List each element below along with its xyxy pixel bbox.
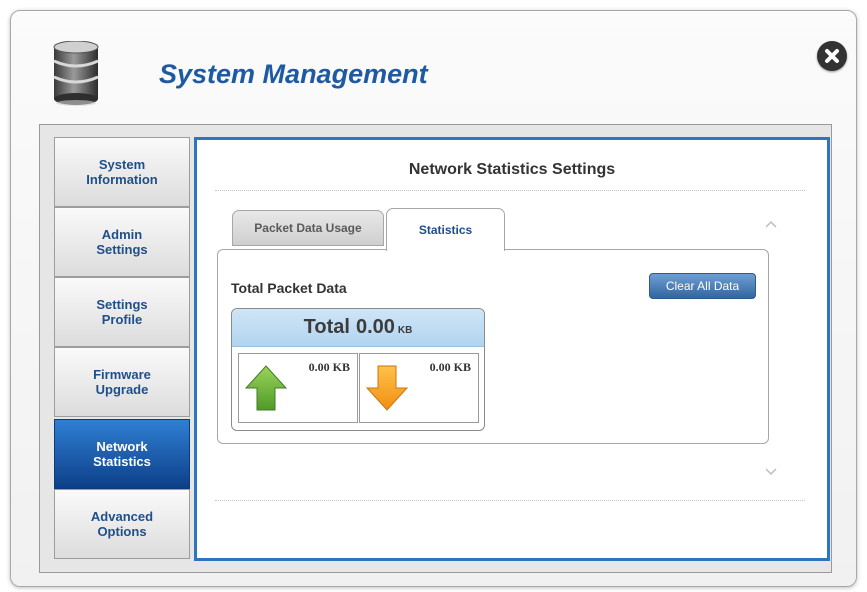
total-unit: KB — [397, 325, 413, 336]
sidebar-item-label: Advanced Options — [90, 509, 154, 539]
close-button[interactable] — [817, 41, 847, 71]
tab-packet-data-usage[interactable]: Packet Data Usage — [232, 210, 384, 246]
sidebar-item-label: Firmware Upgrade — [93, 367, 151, 397]
download-cell: 0.00 KB — [359, 353, 479, 423]
total-value: 0.00 — [355, 316, 395, 338]
close-icon — [825, 49, 839, 63]
sidebar-item-network-statistics[interactable]: Network Statistics — [54, 419, 190, 489]
sidebar-item-system-information[interactable]: System Information — [54, 137, 190, 207]
sidebar-item-label: Admin Settings — [96, 227, 148, 257]
tab-statistics[interactable]: Statistics — [386, 208, 505, 251]
divider — [215, 500, 805, 501]
download-arrow-icon — [365, 365, 409, 411]
scroll-up-icon[interactable] — [764, 216, 778, 228]
upload-arrow-icon — [244, 365, 288, 411]
total-header: Total 0.00 KB — [232, 309, 484, 347]
tab-label: Packet Data Usage — [254, 221, 362, 235]
tab-label: Statistics — [418, 223, 473, 237]
sidebar-item-label: Settings Profile — [96, 297, 148, 327]
sidebar-item-admin-settings[interactable]: Admin Settings — [54, 207, 190, 277]
sidebar-item-firmware-upgrade[interactable]: Firmware Upgrade — [54, 347, 190, 417]
scroll-down-icon[interactable] — [764, 464, 778, 476]
sidebar-item-settings-profile[interactable]: Settings Profile — [54, 277, 190, 347]
content-title: Network Statistics Settings — [408, 161, 616, 178]
section-label: Total Packet Data — [231, 280, 347, 296]
total-packet-data-box: Total 0.00 KB 0.00 KB 0.00 KB — [231, 308, 485, 431]
sidebar-item-label: Network Statistics — [93, 439, 151, 469]
total-label: Total — [303, 316, 350, 338]
dialog-title: System Management — [159, 59, 428, 89]
upload-value: 0.00 KB — [308, 360, 350, 374]
divider — [215, 190, 805, 191]
sidebar-item-advanced-options[interactable]: Advanced Options — [54, 489, 190, 559]
content-panel: Network Statistics Settings Packet Data … — [194, 137, 830, 561]
statistics-tab-panel: Total Packet Data Clear All Data Total 0… — [217, 249, 769, 444]
upload-cell: 0.00 KB — [238, 353, 358, 423]
database-icon — [53, 40, 99, 107]
clear-all-data-button[interactable]: Clear All Data — [649, 273, 756, 299]
sidebar-item-label: System Information — [86, 157, 158, 187]
download-value: 0.00 KB — [429, 360, 471, 374]
